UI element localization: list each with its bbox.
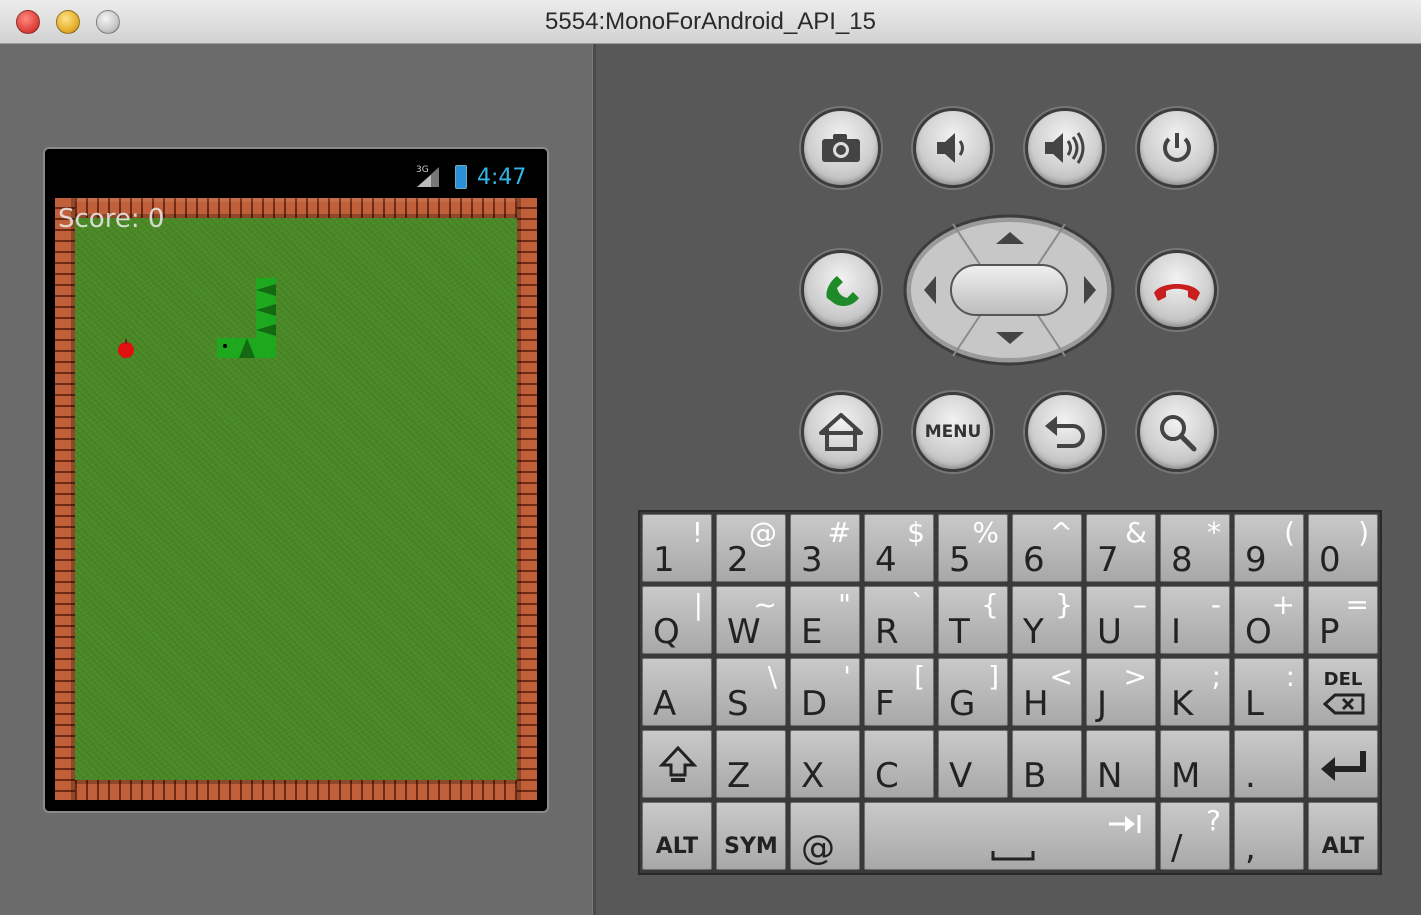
window-titlebar: 5554:MonoForAndroid_API_15 — [0, 0, 1421, 44]
volume-up-icon — [1045, 132, 1085, 164]
key-p[interactable]: P = — [1308, 586, 1378, 654]
key-y[interactable]: Y} — [1012, 586, 1082, 654]
key-space[interactable] — [864, 802, 1156, 870]
key-period[interactable]: . — [1234, 730, 1304, 798]
key-sym[interactable]: SYM — [716, 802, 786, 870]
key-o[interactable]: O + — [1234, 586, 1304, 654]
tab-arrow-icon — [1109, 815, 1141, 833]
key-k[interactable]: K; — [1160, 658, 1230, 726]
snake — [217, 278, 276, 358]
status-bar: 3G 4:47 — [45, 149, 547, 199]
volume-down-button[interactable] — [913, 108, 993, 188]
search-icon — [1160, 415, 1197, 452]
battery-icon — [455, 165, 467, 189]
menu-button[interactable]: MENU — [913, 392, 993, 472]
key-a[interactable]: A — [642, 658, 712, 726]
key-comma[interactable]: , — [1234, 802, 1304, 870]
key-b[interactable]: B — [1012, 730, 1082, 798]
key-i[interactable]: I- — [1160, 586, 1230, 654]
power-icon — [1163, 133, 1191, 162]
device-screen[interactable]: 3G 4:47 Score: 0 — [43, 147, 549, 813]
key-v[interactable]: V — [938, 730, 1008, 798]
key-q[interactable]: Q | — [642, 586, 712, 654]
score-label: Score: 0 — [58, 204, 165, 234]
key-s[interactable]: S \ — [716, 658, 786, 726]
hardware-keyboard: 1! 2 @ 3 # 4 $ 5% 6 ^ 7 & 8 * 9( 0) Q | W ~ E " R… — [638, 510, 1382, 875]
dpad-center-button[interactable] — [950, 264, 1068, 316]
key-6[interactable]: 6 ^ — [1012, 514, 1082, 582]
brick-wall-bottom — [55, 780, 537, 800]
space-bar-icon — [991, 851, 1035, 861]
back-button[interactable] — [1025, 392, 1105, 472]
snake-game-board[interactable]: Score: 0 — [55, 198, 537, 800]
dpad-down[interactable] — [990, 326, 1030, 350]
key-shift[interactable] — [642, 730, 712, 798]
key-f[interactable]: F[ — [864, 658, 934, 726]
key-0[interactable]: 0) — [1308, 514, 1378, 582]
camera-icon — [822, 134, 860, 162]
key-w[interactable]: W ~ — [716, 586, 786, 654]
end-call-button[interactable] — [1137, 250, 1217, 330]
key-j[interactable]: J > — [1086, 658, 1156, 726]
key-l[interactable]: L: — [1234, 658, 1304, 726]
key-3[interactable]: 3 # — [790, 514, 860, 582]
key-4[interactable]: 4 $ — [864, 514, 934, 582]
key-d[interactable]: D ' — [790, 658, 860, 726]
key-m[interactable]: M — [1160, 730, 1230, 798]
shift-icon — [659, 745, 697, 782]
brick-wall-right — [517, 198, 537, 800]
key-alt-right[interactable]: ALT — [1308, 802, 1378, 870]
key-u[interactable]: U – — [1086, 586, 1156, 654]
key-at[interactable]: @ — [790, 802, 860, 870]
key-delete[interactable]: DEL — [1308, 658, 1378, 726]
volume-up-button[interactable] — [1025, 108, 1105, 188]
home-button[interactable] — [801, 392, 881, 472]
dpad-right[interactable] — [1078, 272, 1102, 308]
menu-button-label: MENU — [924, 422, 982, 442]
back-icon — [1045, 416, 1085, 448]
key-2[interactable]: 2 @ — [716, 514, 786, 582]
key-e[interactable]: E " — [790, 586, 860, 654]
dpad-up[interactable] — [990, 226, 1030, 250]
key-h[interactable]: H < — [1012, 658, 1082, 726]
search-button[interactable] — [1137, 392, 1217, 472]
key-5[interactable]: 5% — [938, 514, 1008, 582]
key-9[interactable]: 9( — [1234, 514, 1304, 582]
call-button[interactable] — [801, 250, 881, 330]
phone-end-icon — [1154, 284, 1200, 301]
window-title: 5554:MonoForAndroid_API_15 — [545, 8, 876, 35]
phone-call-icon — [826, 276, 859, 306]
key-t[interactable]: T{ — [938, 586, 1008, 654]
key-r[interactable]: R ` — [864, 586, 934, 654]
volume-down-icon — [937, 133, 964, 163]
network-type-label: 3G — [416, 165, 429, 175]
key-slash[interactable]: /? — [1160, 802, 1230, 870]
key-7[interactable]: 7 & — [1086, 514, 1156, 582]
arrow-left-icon — [924, 276, 936, 304]
key-1[interactable]: 1! — [642, 514, 712, 582]
dpad-left[interactable] — [918, 272, 942, 308]
camera-button[interactable] — [801, 108, 881, 188]
brick-wall-left — [55, 198, 75, 800]
home-icon — [819, 413, 863, 451]
enter-icon — [1321, 751, 1366, 781]
key-enter[interactable] — [1308, 730, 1378, 798]
power-button[interactable] — [1137, 108, 1217, 188]
key-g[interactable]: G] — [938, 658, 1008, 726]
status-clock: 4:47 — [477, 165, 527, 190]
delete-key-label: DEL — [1323, 669, 1363, 690]
arrow-up-icon — [996, 232, 1024, 244]
key-c[interactable]: C — [864, 730, 934, 798]
apple-food-icon — [118, 339, 134, 358]
key-alt-left[interactable]: ALT — [642, 802, 712, 870]
arrow-down-icon — [996, 332, 1024, 344]
key-z[interactable]: Z — [716, 730, 786, 798]
key-x[interactable]: X — [790, 730, 860, 798]
key-8[interactable]: 8 * — [1160, 514, 1230, 582]
backspace-icon — [1323, 693, 1365, 715]
key-n[interactable]: N — [1086, 730, 1156, 798]
arrow-right-icon — [1084, 276, 1096, 304]
